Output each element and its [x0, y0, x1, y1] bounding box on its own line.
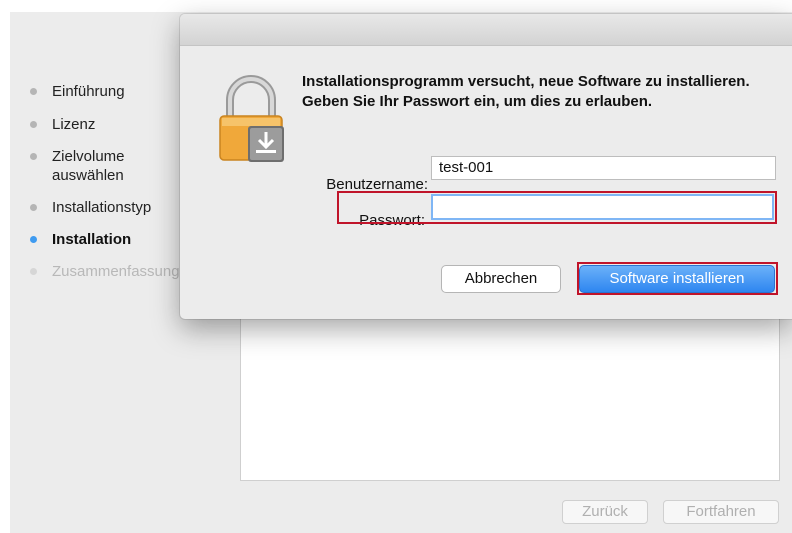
username-label: Benutzername: — [326, 176, 428, 193]
password-field[interactable] — [431, 194, 774, 220]
password-label: Passwort: — [359, 212, 425, 229]
step-bullet — [30, 153, 37, 160]
authentication-dialog: Installationsprogramm versucht, neue Sof… — [180, 14, 792, 319]
step-license: Lizenz — [28, 115, 188, 134]
step-installation-type: Installationstyp — [28, 198, 188, 217]
step-installation: Installation — [28, 230, 188, 249]
step-label: Lizenz — [52, 116, 96, 133]
step-label: Zielvolume auswählen — [52, 148, 125, 184]
step-label: Installation — [52, 231, 132, 248]
step-introduction: Einführung — [28, 82, 188, 101]
continue-button[interactable]: Fortfahren — [663, 500, 779, 524]
step-bullet-current — [30, 236, 37, 243]
step-label: Installationstyp — [52, 199, 152, 216]
cancel-button[interactable]: Abbrechen — [441, 265, 561, 293]
step-destination: Zielvolume auswählen — [28, 147, 188, 185]
step-bullet — [30, 268, 37, 275]
step-bullet — [30, 88, 37, 95]
username-field[interactable] — [431, 156, 776, 180]
dialog-titlebar — [180, 14, 792, 46]
step-bullet — [30, 121, 37, 128]
dialog-message: Installationsprogramm versucht, neue Sof… — [302, 73, 750, 110]
step-label: Zusammenfassung — [52, 263, 180, 280]
step-summary: Zusammenfassung — [28, 262, 188, 281]
install-software-button[interactable]: Software installieren — [579, 265, 775, 293]
back-button[interactable]: Zurück — [562, 500, 648, 524]
step-bullet — [30, 204, 37, 211]
lock-icon — [219, 75, 284, 162]
step-label: Einführung — [52, 83, 125, 100]
installer-steps-sidebar: Einführung Lizenz Zielvolume auswählen I… — [28, 82, 188, 281]
